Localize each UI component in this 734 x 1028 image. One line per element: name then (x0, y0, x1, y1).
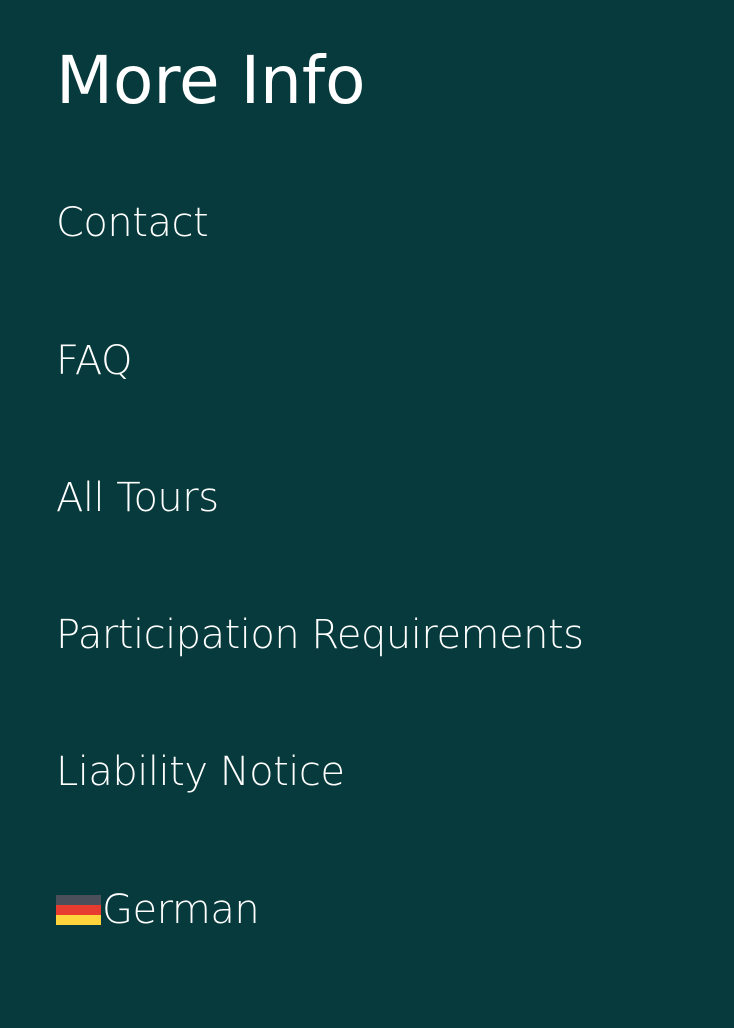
menu-item-label: Contact (56, 200, 209, 246)
flag-stripe-black (56, 895, 101, 905)
panel-title: More Info (56, 42, 366, 119)
menu-item-label: FAQ (56, 338, 132, 384)
germany-flag-icon (56, 895, 101, 925)
flag-stripe-gold (56, 915, 101, 925)
language-switcher-german[interactable]: German (56, 882, 260, 938)
menu-item-label: Liability Notice (56, 749, 345, 795)
menu-item-contact[interactable]: Contact (56, 195, 209, 251)
more-info-panel: More Info Contact FAQ All Tours Particip… (0, 0, 734, 1028)
flag-stripe-red (56, 905, 101, 915)
menu-item-faq[interactable]: FAQ (56, 333, 132, 389)
menu-item-all-tours[interactable]: All Tours (56, 470, 219, 526)
menu-item-label: Participation Requirements (56, 612, 584, 658)
menu-item-participation-requirements[interactable]: Participation Requirements (56, 607, 584, 663)
menu-item-liability-notice[interactable]: Liability Notice (56, 744, 345, 800)
language-label: German (102, 887, 260, 933)
menu-item-label: All Tours (56, 475, 219, 521)
